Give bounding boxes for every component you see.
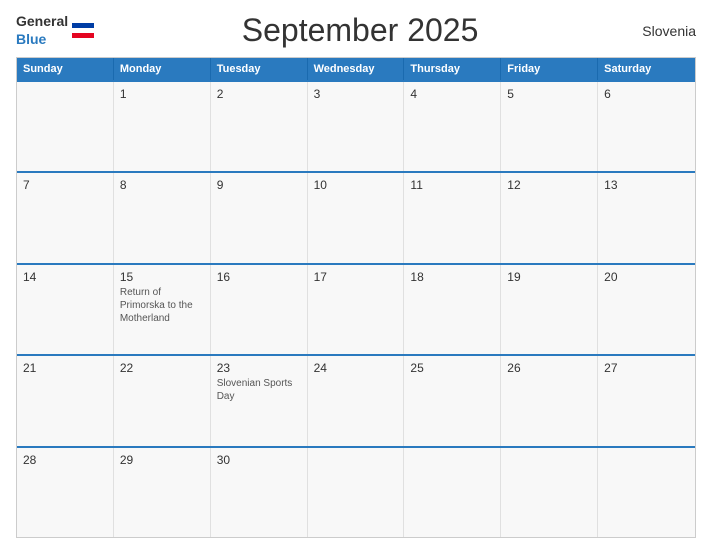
week-row-2: 7 8 9 10 11 12 13 — [17, 171, 695, 262]
header-friday: Friday — [501, 58, 598, 80]
cell-w4-sun: 21 — [17, 356, 114, 445]
cell-w4-wed: 24 — [308, 356, 405, 445]
cell-w3-wed: 17 — [308, 265, 405, 354]
cell-w2-mon: 8 — [114, 173, 211, 262]
logo: General Blue — [16, 13, 94, 49]
calendar-grid: Sunday Monday Tuesday Wednesday Thursday… — [16, 57, 696, 538]
cell-w1-sun — [17, 82, 114, 171]
cell-w2-fri: 12 — [501, 173, 598, 262]
cell-w4-fri: 26 — [501, 356, 598, 445]
header-monday: Monday — [114, 58, 211, 80]
cell-w3-thu: 18 — [404, 265, 501, 354]
cell-w4-tue: 23 Slovenian Sports Day — [211, 356, 308, 445]
logo-flag — [72, 23, 94, 39]
cell-w3-sat: 20 — [598, 265, 695, 354]
header-tuesday: Tuesday — [211, 58, 308, 80]
calendar-title: September 2025 — [94, 12, 626, 49]
cell-w5-fri — [501, 448, 598, 537]
cell-w5-tue: 30 — [211, 448, 308, 537]
cell-w1-wed: 3 — [308, 82, 405, 171]
cell-w4-mon: 22 — [114, 356, 211, 445]
page-header: General Blue September 2025 Slovenia — [16, 12, 696, 49]
cell-w3-mon: 15 Return of Primorska to the Motherland — [114, 265, 211, 354]
logo-blue: Blue — [16, 31, 46, 47]
week-row-1: 1 2 3 4 5 6 — [17, 80, 695, 171]
header-saturday: Saturday — [598, 58, 695, 80]
cell-w2-thu: 11 — [404, 173, 501, 262]
cell-w1-sat: 6 — [598, 82, 695, 171]
header-sunday: Sunday — [17, 58, 114, 80]
week-row-4: 21 22 23 Slovenian Sports Day 24 25 26 2… — [17, 354, 695, 445]
cell-w2-sat: 13 — [598, 173, 695, 262]
cell-w4-thu: 25 — [404, 356, 501, 445]
cell-w5-wed — [308, 448, 405, 537]
calendar-body: 1 2 3 4 5 6 7 8 9 10 11 12 13 14 15 — [17, 80, 695, 537]
cell-w1-fri: 5 — [501, 82, 598, 171]
logo-general: General — [16, 13, 68, 29]
week-row-5: 28 29 30 — [17, 446, 695, 537]
cell-w5-sun: 28 — [17, 448, 114, 537]
week-row-3: 14 15 Return of Primorska to the Motherl… — [17, 263, 695, 354]
header-wednesday: Wednesday — [308, 58, 405, 80]
cell-w5-mon: 29 — [114, 448, 211, 537]
logo-text: General Blue — [16, 13, 68, 49]
cell-w3-fri: 19 — [501, 265, 598, 354]
cell-w5-sat — [598, 448, 695, 537]
calendar-page: General Blue September 2025 Slovenia Sun… — [0, 0, 712, 550]
header-thursday: Thursday — [404, 58, 501, 80]
calendar-header: Sunday Monday Tuesday Wednesday Thursday… — [17, 58, 695, 80]
cell-w1-tue: 2 — [211, 82, 308, 171]
cell-w2-wed: 10 — [308, 173, 405, 262]
cell-w5-thu — [404, 448, 501, 537]
cell-w2-tue: 9 — [211, 173, 308, 262]
cell-w3-tue: 16 — [211, 265, 308, 354]
cell-w2-sun: 7 — [17, 173, 114, 262]
cell-w4-sat: 27 — [598, 356, 695, 445]
cell-w3-sun: 14 — [17, 265, 114, 354]
cell-w1-thu: 4 — [404, 82, 501, 171]
country-label: Slovenia — [626, 23, 696, 39]
cell-w1-mon: 1 — [114, 82, 211, 171]
